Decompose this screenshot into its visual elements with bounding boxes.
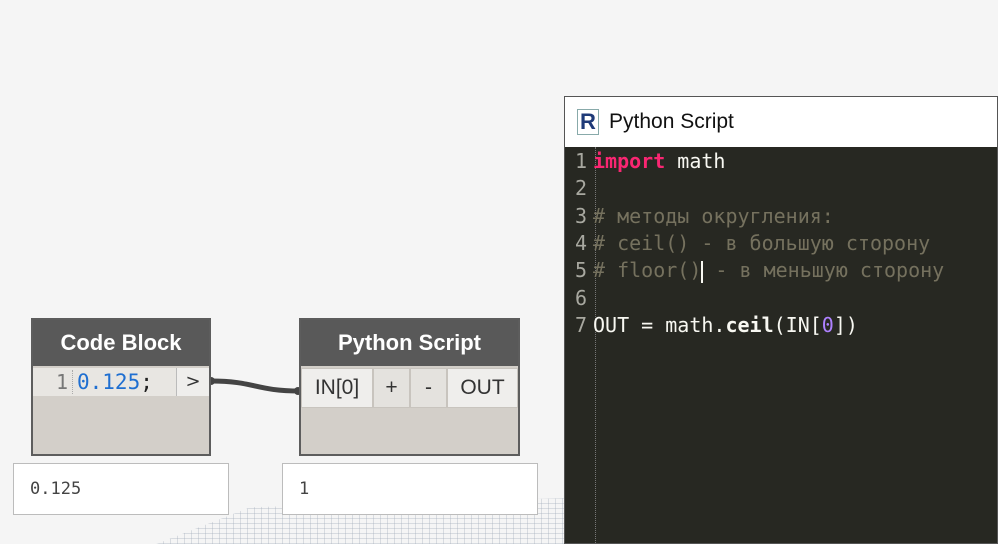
code-block-node[interactable]: Code Block 1 0.125; > [31, 318, 211, 456]
function-name: ceil [725, 313, 774, 337]
comment-text: - в меньшую сторону [703, 258, 945, 282]
code-text: OUT = math. [593, 313, 726, 337]
comment-text: # методы округления: [593, 204, 834, 228]
code-block-output-port[interactable]: > [176, 368, 209, 396]
add-input-button[interactable]: + [373, 368, 410, 408]
revit-app-icon: R [577, 109, 599, 135]
remove-input-button[interactable]: - [410, 368, 447, 408]
code-line-4: 4 # ceil() - в большую сторону [565, 231, 930, 258]
code-block-title: Code Block [33, 320, 209, 366]
python-node-title: Python Script [301, 320, 518, 366]
number-literal: 0 [821, 313, 834, 337]
code-line-6: 6 [565, 286, 593, 313]
code-line-5: 5 # floor() - в меньшую сторону [565, 258, 944, 285]
code-block-editor-row[interactable]: 1 0.125; > [33, 368, 209, 396]
code-text: (IN[ [773, 313, 822, 337]
output-port-out[interactable]: OUT [447, 368, 518, 408]
line-number: 7 [574, 313, 587, 337]
dynamo-canvas[interactable]: Code Block 1 0.125; > 0.125 Python Scrip… [0, 0, 998, 544]
code-line-7: 7 OUT = math.ceil(IN[0]) [565, 313, 858, 340]
code-line-1: 1 import math [565, 149, 726, 176]
code-block-value: 0.125 [77, 370, 141, 394]
keyword-import: import [593, 149, 666, 173]
line-number: 6 [574, 286, 587, 310]
code-block-line-number: 1 [33, 370, 73, 394]
line-number: 3 [574, 204, 587, 228]
python-script-node[interactable]: Python Script IN[0] + - OUT [299, 318, 520, 456]
comment-text: # floor() [593, 258, 702, 282]
code-block-preview: 0.125 [13, 463, 229, 515]
line-number: 1 [574, 149, 587, 173]
line-number: 4 [574, 231, 587, 255]
code-editor[interactable]: 1 import math 2 3 # методы округления: 4… [565, 147, 997, 543]
python-node-preview: 1 [282, 463, 538, 515]
editor-title-bar[interactable]: R Python Script [565, 97, 997, 147]
code-text: math [665, 149, 726, 173]
code-text: ]) [833, 313, 858, 337]
editor-title: Python Script [609, 110, 734, 133]
code-line-2: 2 [565, 176, 593, 203]
code-block-semicolon: ; [140, 370, 153, 394]
line-number: 5 [574, 258, 587, 282]
code-block-code[interactable]: 0.125; [73, 370, 176, 394]
input-port-in0[interactable]: IN[0] [301, 368, 373, 408]
line-number: 2 [574, 176, 587, 200]
code-line-3: 3 # методы округления: [565, 204, 834, 231]
python-editor-window[interactable]: R Python Script 1 import math 2 3 # мето… [564, 96, 998, 544]
comment-text: # ceil() - в большую сторону [593, 231, 931, 255]
python-node-ports: IN[0] + - OUT [301, 368, 518, 408]
